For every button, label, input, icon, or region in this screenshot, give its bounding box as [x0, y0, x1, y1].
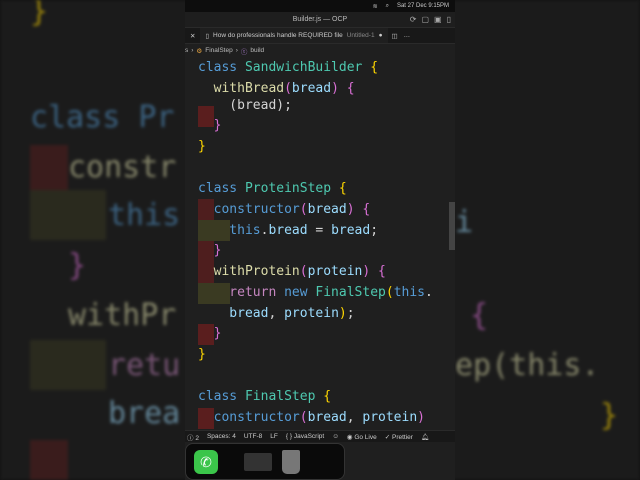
language-mode[interactable]: { } JavaScript — [286, 433, 324, 440]
title-bar: Builder.js — OCP ⟳ ▢ ▣ ▯ — [185, 12, 455, 28]
bg-text: ep(this. — [455, 348, 600, 383]
language-label: JavaScript — [293, 433, 325, 440]
scrollbar[interactable] — [449, 202, 455, 250]
tab-untitled[interactable]: ▯ How do professionals handle REQUIRED f… — [200, 28, 388, 43]
bg-text: { — [470, 298, 489, 333]
code-editor[interactable]: class SandwichBuilder { withBread(bread)… — [185, 56, 455, 429]
code-line: } — [198, 139, 206, 154]
code-line: (bread); — [198, 98, 292, 113]
problems-count: 2 — [195, 434, 199, 442]
bg-text: this — [108, 198, 181, 233]
bg-text: } — [30, 0, 49, 29]
code-line: return new FinalStep(this. — [198, 285, 433, 300]
problems-indicator[interactable]: ⓘ 2 — [187, 432, 199, 442]
code-line: class FinalStep { — [198, 389, 332, 404]
go-live-button[interactable]: ◉ Go Live — [347, 433, 377, 441]
code-line: withProtein(protein) { — [198, 264, 386, 279]
code-line: constructor(bread) { — [198, 202, 371, 217]
prettier-label: Prettier — [392, 433, 413, 441]
macos-dock: ✆ — [185, 443, 345, 480]
whatsapp-icon[interactable]: ✆ — [194, 449, 218, 474]
bg-text: constr — [68, 150, 177, 185]
macos-menubar: ≋ ⌕ Sat 27 Dec 9:15PM — [185, 0, 455, 12]
bg-text: retu — [108, 348, 181, 383]
go-live-label: Go Live — [354, 433, 377, 441]
copilot-status-icon[interactable]: ☺ — [332, 433, 339, 440]
screenshot-thumbnail-icon[interactable] — [244, 452, 272, 471]
bg-text: } — [600, 398, 619, 433]
file-icon: ▯ — [205, 32, 210, 40]
more-icon[interactable]: … — [404, 32, 411, 39]
prettier-button[interactable]: ✓ Prettier — [385, 433, 413, 441]
code-line: bread, protein); — [198, 306, 355, 321]
code-line: this.bread = bread; — [198, 223, 379, 238]
layout-icon[interactable]: ▢ — [421, 12, 429, 28]
code-line: } — [198, 243, 222, 258]
sidebar-icon[interactable]: ▯ — [447, 12, 451, 28]
trash-icon[interactable] — [282, 449, 300, 474]
code-line: constructor(bread, protein) — [198, 410, 425, 425]
method-icon: ⓣ — [240, 48, 248, 56]
breadcrumb-item[interactable]: FinalStep — [205, 47, 232, 54]
tab-bar: ✕ ▯ How do professionals handle REQUIRED… — [185, 28, 455, 44]
search-icon[interactable]: ⌕ — [386, 3, 389, 10]
notifications-icon[interactable]: 🔔︎ — [421, 433, 429, 441]
unsaved-dot-icon[interactable]: ● — [379, 32, 383, 39]
breadcrumb-item[interactable]: build — [250, 47, 264, 54]
breadcrumb-item[interactable]: s — [185, 47, 188, 54]
split-editor-icon[interactable]: ◫ — [392, 32, 398, 40]
datetime[interactable]: Sat 27 Dec 9:15PM — [397, 3, 449, 9]
copilot-icon[interactable]: ⟳ — [410, 12, 417, 28]
tab-secondary: Untitled-1 — [346, 32, 375, 39]
bg-text: } — [68, 248, 87, 283]
tab-label: How do professionals handle REQUIRED fil… — [213, 32, 343, 39]
wifi-icon[interactable]: ≋ — [373, 3, 378, 10]
code-line: class SandwichBuilder { — [198, 60, 379, 75]
eol[interactable]: LF — [270, 433, 278, 440]
indentation[interactable]: Spaces: 4 — [207, 433, 236, 440]
vscode-window: ≋ ⌕ Sat 27 Dec 9:15PM Builder.js — OCP ⟳… — [185, 0, 455, 480]
bg-text: class Pr — [30, 100, 175, 135]
encoding[interactable]: UTF-8 — [244, 433, 262, 440]
close-tab-button[interactable]: ✕ — [185, 28, 200, 43]
panel-icon[interactable]: ▣ — [434, 12, 442, 28]
code-line: } — [198, 118, 222, 133]
window-title: Builder.js — OCP — [292, 16, 348, 23]
status-bar: ⓘ 2 Spaces: 4 UTF-8 LF { } JavaScript ☺ … — [185, 430, 455, 442]
bg-text: withPr — [68, 298, 177, 333]
bg-text: brea — [108, 396, 181, 431]
code-line: class ProteinStep { — [198, 181, 347, 196]
code-line: } — [198, 347, 206, 362]
bg-text: i — [455, 205, 474, 240]
code-line: } — [198, 326, 222, 341]
class-icon: ⚙ — [196, 47, 203, 55]
